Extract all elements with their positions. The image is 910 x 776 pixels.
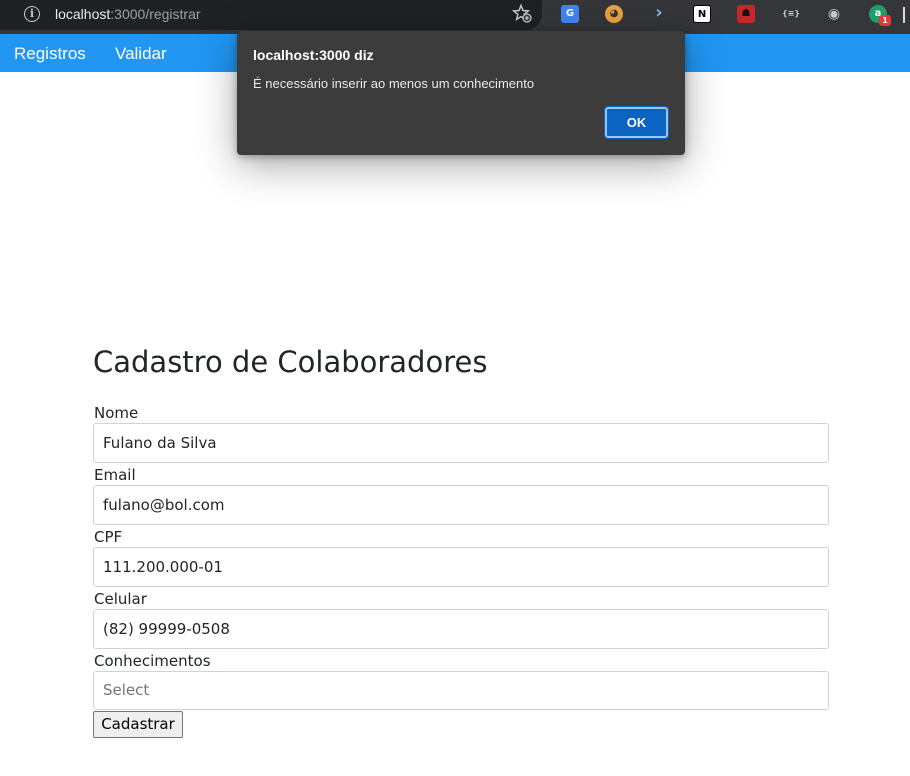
cpf-label: CPF (94, 528, 123, 546)
alert-message: É necessário inserir ao menos um conheci… (253, 76, 535, 91)
page-title: Cadastro de Colaboradores (93, 345, 488, 379)
owl-extension-icon[interactable]: ◕ (605, 5, 623, 23)
arrow-extension-icon[interactable]: › (650, 4, 668, 23)
nav-link-registros[interactable]: Registros (14, 44, 86, 64)
cadastrar-button[interactable]: Cadastrar (93, 711, 183, 738)
extension-badge: 1 (879, 15, 891, 26)
braces-extension-icon[interactable]: {≡} (780, 5, 802, 23)
camera-extension-icon[interactable]: ◉ (825, 5, 843, 23)
notion-icon[interactable]: N (693, 5, 711, 23)
toolbar-divider (903, 7, 905, 23)
nome-input[interactable]: Fulano da Silva (93, 423, 829, 463)
site-info-icon[interactable]: i (24, 6, 40, 22)
nav-link-validar[interactable]: Validar (115, 44, 167, 64)
conhecimentos-select[interactable]: Select (93, 671, 829, 710)
celular-label: Celular (94, 590, 147, 608)
email-label: Email (94, 466, 136, 484)
celular-input[interactable]: (82) 99999-0508 (93, 609, 829, 649)
email-input[interactable]: fulano@bol.com (93, 485, 829, 525)
alert-title: localhost:3000 diz (253, 47, 374, 63)
url-path: /registrar (145, 6, 201, 22)
cpf-input[interactable]: 111.200.000-01 (93, 547, 829, 587)
browser-toolbar: i localhost:3000/registrar G ◕ › N ☗ {≡}… (0, 0, 910, 34)
url-host: localhost (55, 6, 111, 22)
mask-extension-icon[interactable]: ☗ (737, 5, 755, 23)
url-text[interactable]: localhost:3000/registrar (55, 6, 201, 22)
bookmark-star-icon[interactable] (512, 3, 532, 23)
address-bar[interactable]: i localhost:3000/registrar (0, 0, 542, 30)
google-translate-icon[interactable]: G (561, 5, 579, 23)
url-port: :3000 (110, 6, 146, 22)
nome-label: Nome (94, 404, 139, 422)
alert-ok-button[interactable]: OK (604, 106, 669, 139)
conhecimentos-label: Conhecimentos (94, 652, 211, 670)
alert-dialog: localhost:3000 diz É necessário inserir … (237, 31, 685, 155)
